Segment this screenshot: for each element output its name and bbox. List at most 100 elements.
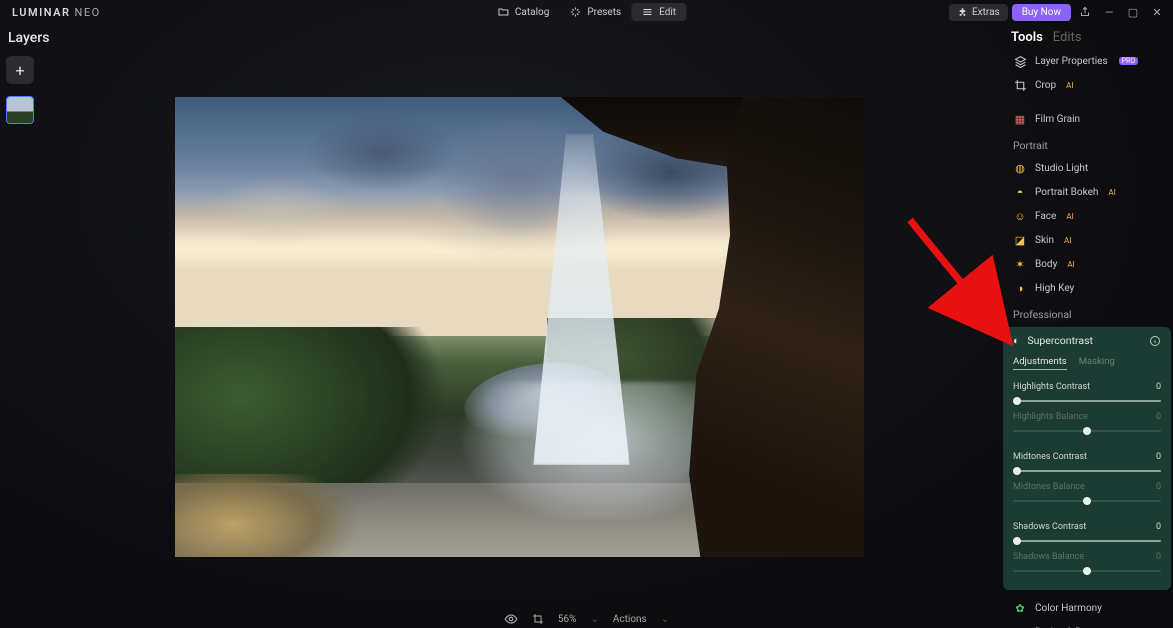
layers-panel: Layers + xyxy=(0,24,50,130)
tab-presets[interactable]: Presets xyxy=(559,3,631,21)
window-minimize-button[interactable]: — xyxy=(1099,2,1119,22)
slider-track[interactable] xyxy=(1013,566,1161,576)
slider-label: Midtones Balance xyxy=(1013,482,1085,492)
tab-edit[interactable]: Edit xyxy=(631,3,686,21)
bottom-toolbar: 56% ⌄ Actions ⌄ xyxy=(0,610,1173,628)
tool-layer-properties[interactable]: Layer Properties PRO xyxy=(1001,49,1173,73)
tab-catalog-label: Catalog xyxy=(515,7,549,18)
chevron-down-icon[interactable]: ⌄ xyxy=(661,614,669,625)
category-professional: Professional xyxy=(1001,300,1173,325)
slider-midtones-balance[interactable]: Midtones Balance 0 xyxy=(1003,478,1171,508)
tool-body[interactable]: ✶ Body AI xyxy=(1001,252,1173,276)
top-center-tabs: Catalog Presets Edit xyxy=(487,3,686,21)
info-icon[interactable] xyxy=(1149,335,1161,347)
image-canvas[interactable] xyxy=(175,97,864,557)
tab-edits[interactable]: Edits xyxy=(1053,30,1082,45)
extras-button[interactable]: Extras xyxy=(949,4,1008,21)
tool-color-harmony[interactable]: ✿ Color Harmony xyxy=(1001,596,1173,620)
slider-label: Highlights Balance xyxy=(1013,412,1088,422)
slider-value: 0 xyxy=(1156,522,1161,532)
crop-label: Crop xyxy=(1035,80,1056,91)
tool-skin[interactable]: ◪ Skin AI xyxy=(1001,228,1173,252)
slider-midtones-contrast[interactable]: Midtones Contrast0 xyxy=(1003,448,1171,478)
puzzle-icon xyxy=(957,7,968,18)
tool-film-grain[interactable]: ▦ Film Grain xyxy=(1001,107,1173,131)
tool-high-key[interactable]: ◑ High Key xyxy=(1001,276,1173,300)
app-root: LUMINAR NEO Catalog Presets Edit Extras xyxy=(0,0,1173,628)
skin-icon: ◪ xyxy=(1013,233,1027,247)
studio-light-label: Studio Light xyxy=(1035,163,1088,174)
tool-dodge-burn[interactable]: ♠ Dodge & Burn xyxy=(1001,620,1173,628)
add-layer-button[interactable]: + xyxy=(6,56,34,84)
tool-supercontrast[interactable]: ◐ Supercontrast Adjustments Masking High… xyxy=(1003,327,1171,590)
slider-value: 0 xyxy=(1156,382,1161,392)
slider-label: Highlights Contrast xyxy=(1013,382,1090,392)
app-logo: LUMINAR NEO xyxy=(6,6,101,19)
window-maximize-button[interactable]: ▢ xyxy=(1123,2,1143,22)
supercontrast-label: Supercontrast xyxy=(1027,334,1141,347)
slider-shadows-balance[interactable]: Shadows Balance0 xyxy=(1003,548,1171,578)
portrait-bokeh-label: Portrait Bokeh xyxy=(1035,187,1098,198)
slider-highlights-balance[interactable]: Highlights Balance 0 xyxy=(1003,408,1171,438)
folder-icon xyxy=(497,6,509,18)
body-label: Body xyxy=(1035,259,1057,270)
film-grain-icon: ▦ xyxy=(1013,112,1027,126)
tool-portrait-bokeh[interactable]: ◓ Portrait Bokeh AI xyxy=(1001,180,1173,204)
body-icon: ✶ xyxy=(1013,257,1027,271)
tab-tools[interactable]: Tools xyxy=(1011,30,1043,45)
buy-now-label: Buy Now xyxy=(1022,7,1061,18)
ai-badge: AI xyxy=(1067,260,1074,269)
subtab-masking[interactable]: Masking xyxy=(1079,356,1115,370)
buy-now-button[interactable]: Buy Now xyxy=(1012,4,1071,21)
tool-studio-light[interactable]: ◍ Studio Light xyxy=(1001,156,1173,180)
slider-track[interactable] xyxy=(1013,536,1161,546)
tool-face[interactable]: ☺ Face AI xyxy=(1001,204,1173,228)
eye-icon[interactable] xyxy=(504,612,518,626)
slider-value: 0 xyxy=(1156,482,1161,492)
high-key-label: High Key xyxy=(1035,283,1074,294)
zoom-value[interactable]: 56% xyxy=(558,614,577,625)
chevron-down-icon[interactable]: ⌄ xyxy=(590,614,598,625)
plus-icon: + xyxy=(15,61,24,80)
sparkle-icon xyxy=(569,6,581,18)
logo-main: LUMINAR xyxy=(12,6,70,19)
layers-title: Layers xyxy=(8,30,44,46)
slider-track[interactable] xyxy=(1013,426,1161,436)
crop-small-icon[interactable] xyxy=(532,613,544,625)
slider-track[interactable] xyxy=(1013,496,1161,506)
right-panel: Tools Edits Layer Properties PRO Crop AI… xyxy=(1001,24,1173,628)
slider-label: Midtones Contrast xyxy=(1013,452,1087,462)
slider-label: Shadows Balance xyxy=(1013,552,1084,562)
slider-track[interactable] xyxy=(1013,466,1161,476)
logo-sub: NEO xyxy=(74,6,100,19)
slider-highlights-contrast[interactable]: Highlights Contrast 0 xyxy=(1003,378,1171,408)
subtab-adjustments[interactable]: Adjustments xyxy=(1013,356,1067,370)
crop-icon xyxy=(1013,78,1027,92)
extras-label: Extras xyxy=(972,7,1000,18)
topbar: LUMINAR NEO Catalog Presets Edit Extras xyxy=(0,0,1173,24)
right-tabs: Tools Edits xyxy=(1001,24,1173,49)
skin-label: Skin xyxy=(1035,235,1054,246)
actions-menu[interactable]: Actions xyxy=(613,614,647,625)
slider-shadows-contrast[interactable]: Shadows Contrast0 xyxy=(1003,518,1171,548)
tool-crop[interactable]: Crop AI xyxy=(1001,73,1173,97)
slider-value: 0 xyxy=(1156,412,1161,422)
ai-badge: AI xyxy=(1064,236,1071,245)
window-close-button[interactable]: ✕ xyxy=(1147,2,1167,22)
sliders-icon xyxy=(641,6,653,18)
layer-properties-label: Layer Properties xyxy=(1035,56,1108,67)
layer-thumbnail-preview xyxy=(7,97,33,123)
slider-track[interactable] xyxy=(1013,396,1161,406)
tab-catalog[interactable]: Catalog xyxy=(487,3,559,21)
layers-icon xyxy=(1013,54,1027,68)
color-harmony-icon: ✿ xyxy=(1013,601,1027,615)
ai-badge: AI xyxy=(1066,212,1073,221)
tab-presets-label: Presets xyxy=(587,7,621,18)
tab-edit-label: Edit xyxy=(659,7,676,18)
face-icon: ☺ xyxy=(1013,209,1027,223)
supercontrast-header[interactable]: ◐ Supercontrast xyxy=(1003,327,1171,354)
share-icon[interactable] xyxy=(1075,2,1095,22)
layer-thumbnail[interactable] xyxy=(6,96,34,124)
high-key-icon: ◑ xyxy=(1013,281,1027,295)
category-portrait: Portrait xyxy=(1001,131,1173,156)
